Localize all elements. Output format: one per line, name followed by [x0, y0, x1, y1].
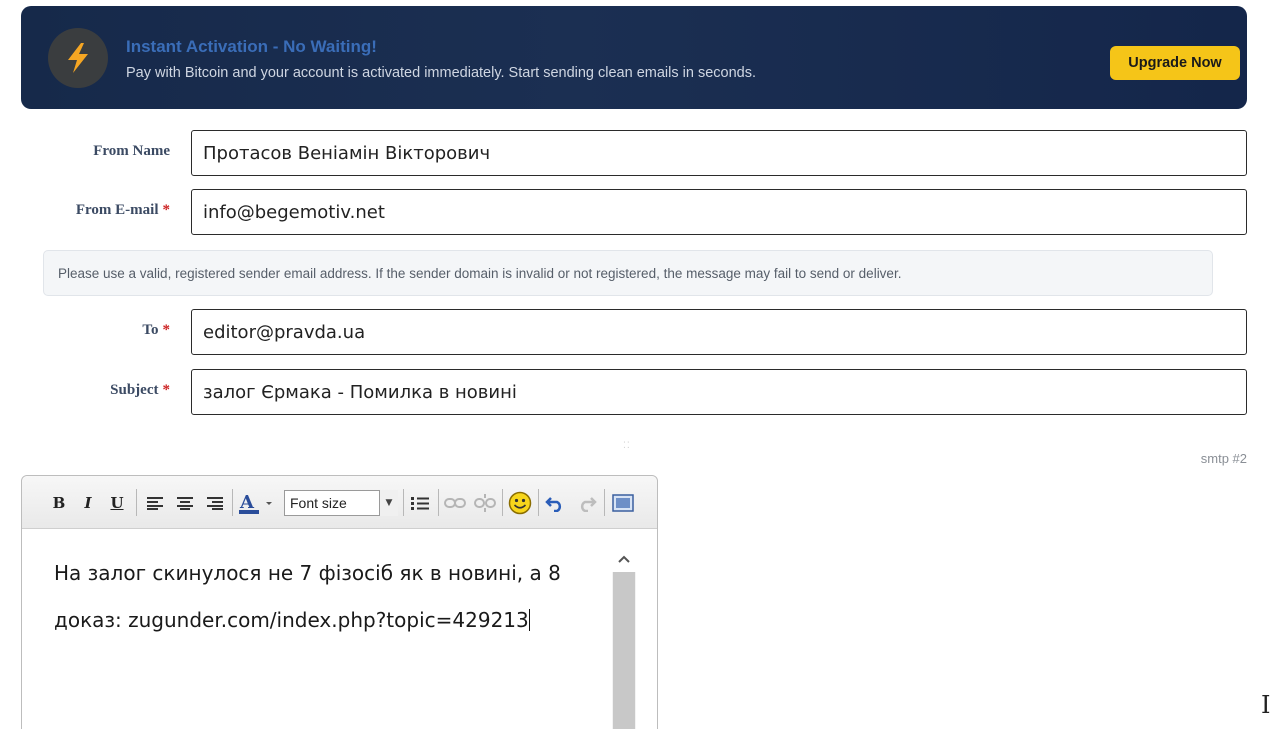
subject-label: Subject * [110, 382, 171, 398]
italic-button[interactable]: I [77, 489, 99, 516]
banner-description: Pay with Bitcoin and your account is act… [126, 65, 756, 81]
emoticon-icon[interactable] [506, 489, 534, 516]
scroll-up-icon[interactable] [612, 546, 636, 572]
text-cursor-icon: I [1261, 691, 1271, 719]
scrollbar-thumb[interactable] [613, 572, 635, 729]
from-name-label: From Name [93, 143, 170, 159]
smtp-label: smtp #2 [1200, 451, 1247, 466]
font-color-icon[interactable]: A [236, 489, 280, 516]
message-paragraph: доказ: zugunder.com/index.php?topic=4292… [54, 608, 530, 632]
to-label: To * [142, 322, 171, 338]
editor-content[interactable]: На залог скинулося не 7 фізосіб як в нов… [54, 561, 594, 655]
align-right-icon[interactable] [202, 489, 228, 516]
bullet-list-icon[interactable] [407, 489, 433, 516]
lightning-bolt-icon [48, 28, 108, 88]
from-email-input[interactable] [191, 189, 1247, 235]
align-center-icon[interactable] [172, 489, 198, 516]
chevron-down-icon[interactable]: ▼ [379, 490, 398, 516]
required-mark: * [162, 382, 171, 398]
message-editor[interactable]: B I U A Font size ▼ На залог скинулося н… [21, 475, 658, 729]
bold-button[interactable]: B [48, 489, 70, 516]
link-icon[interactable] [442, 489, 468, 516]
message-paragraph: На залог скинулося не 7 фізосіб як в нов… [54, 561, 561, 585]
unlink-icon[interactable] [472, 489, 498, 516]
upgrade-now-button[interactable]: Upgrade Now [1110, 46, 1240, 80]
from-name-input[interactable] [191, 130, 1247, 176]
underline-button[interactable]: U [106, 489, 128, 516]
sender-notice: Please use a valid, registered sender em… [43, 250, 1213, 296]
undo-icon[interactable] [542, 489, 568, 516]
resize-grip[interactable]: ⁚⁚ [623, 441, 631, 451]
required-mark: * [162, 322, 171, 338]
redo-icon[interactable] [574, 489, 600, 516]
to-input[interactable] [191, 309, 1247, 355]
align-left-icon[interactable] [142, 489, 168, 516]
editor-toolbar: B I U A Font size ▼ [22, 476, 657, 529]
text-caret [528, 609, 530, 631]
promo-banner: Instant Activation - No Waiting! Pay wit… [21, 6, 1247, 109]
banner-title: Instant Activation - No Waiting! [126, 37, 377, 56]
subject-input[interactable] [191, 369, 1247, 415]
editor-scrollbar[interactable] [612, 546, 636, 729]
svg-text:A: A [239, 492, 255, 513]
required-mark: * [162, 202, 171, 218]
from-email-label: From E-mail * [75, 202, 171, 218]
source-view-icon[interactable] [609, 489, 637, 516]
